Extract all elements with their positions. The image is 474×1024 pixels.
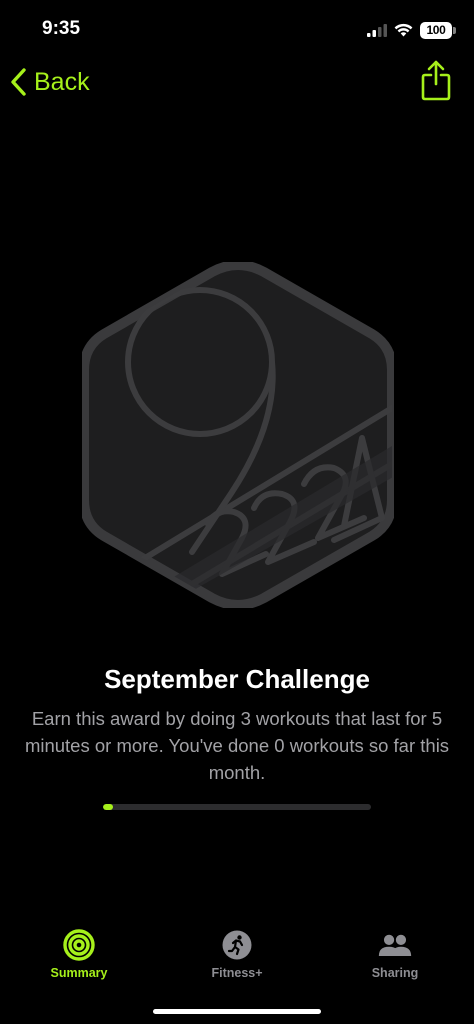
back-button[interactable]: Back bbox=[10, 64, 90, 100]
battery-level: 100 bbox=[426, 23, 446, 37]
status-bar: 9:35 100 bbox=[0, 0, 474, 60]
award-description: Earn this award by doing 3 workouts that… bbox=[24, 708, 450, 783]
back-label: Back bbox=[34, 67, 90, 96]
tab-summary-label: Summary bbox=[50, 966, 108, 980]
tab-sharing-label: Sharing bbox=[371, 966, 419, 980]
activity-rings-icon bbox=[62, 928, 96, 962]
home-indicator bbox=[153, 1009, 321, 1014]
tab-fitness-plus-label: Fitness+ bbox=[211, 966, 263, 980]
tab-summary[interactable]: Summary bbox=[19, 928, 139, 988]
wifi-icon bbox=[394, 23, 413, 37]
progress-fill bbox=[103, 804, 113, 810]
progress-bar bbox=[103, 804, 371, 810]
navigation-bar: Back bbox=[0, 58, 474, 108]
award-title: September Challenge bbox=[104, 664, 370, 694]
sharing-people-icon bbox=[378, 928, 412, 962]
battery-icon: 100 bbox=[420, 21, 456, 39]
status-time: 9:35 bbox=[42, 18, 81, 39]
status-icons: 100 bbox=[367, 20, 456, 40]
tab-sharing[interactable]: Sharing bbox=[335, 928, 455, 988]
share-icon bbox=[421, 60, 451, 101]
chevron-left-icon bbox=[11, 68, 26, 96]
cellular-signal-icon bbox=[367, 23, 387, 37]
share-button[interactable] bbox=[420, 58, 452, 102]
tab-fitness-plus[interactable]: Fitness+ bbox=[177, 928, 297, 988]
fitness-plus-runner-icon bbox=[220, 928, 254, 962]
challenge-badge-icon bbox=[82, 262, 394, 608]
tab-bar: Summary Fitness+ Sharing bbox=[0, 924, 474, 1024]
